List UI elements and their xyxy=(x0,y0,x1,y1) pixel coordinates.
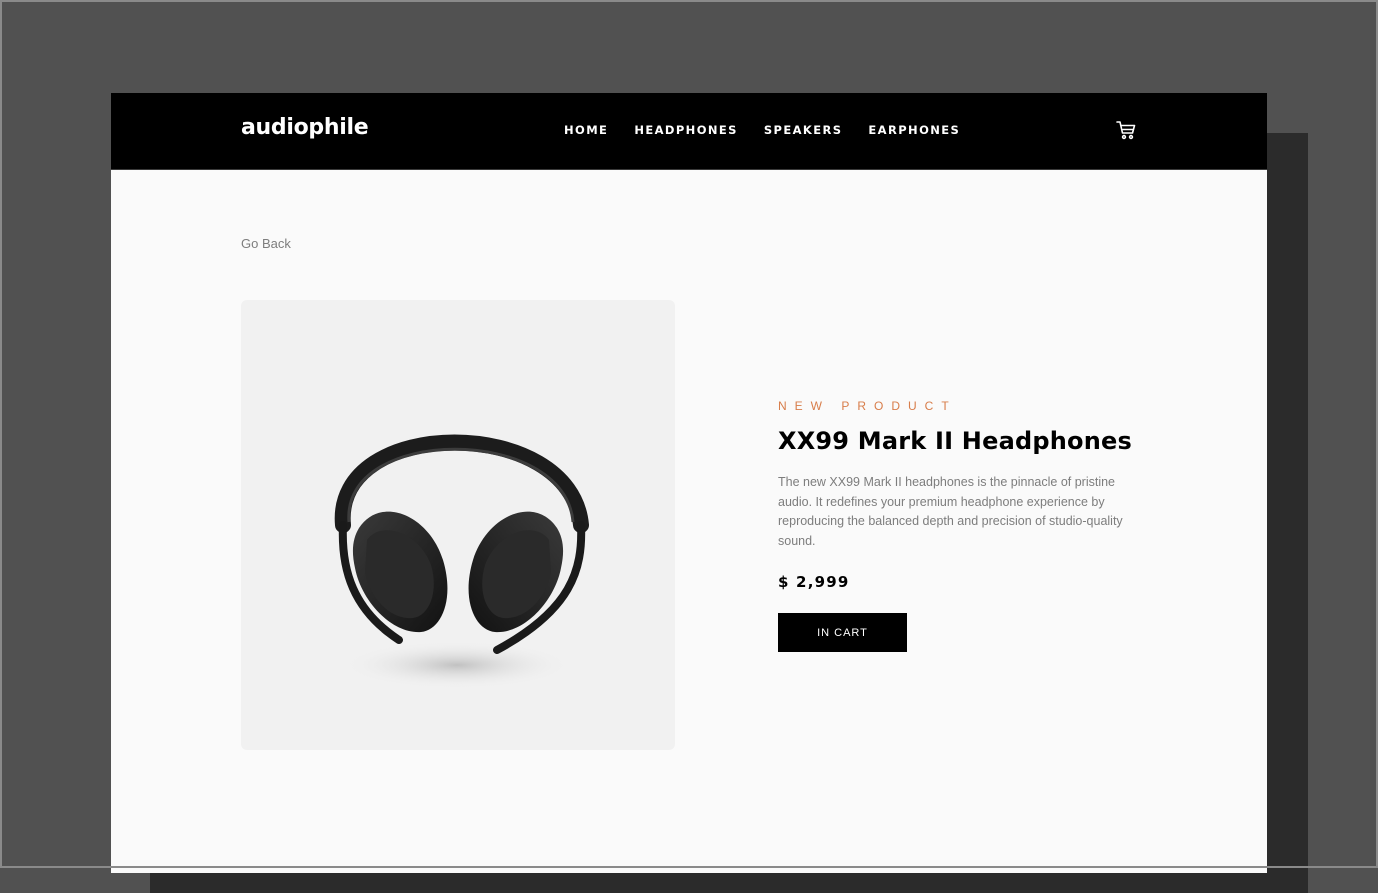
headphones-image xyxy=(334,434,589,689)
app-window: audiophile HOME HEADPHONES SPEAKERS EARP… xyxy=(111,93,1267,873)
go-back-link[interactable]: Go Back xyxy=(241,236,291,251)
in-cart-button[interactable]: IN CART xyxy=(778,613,907,652)
nav-speakers-link[interactable]: SPEAKERS xyxy=(764,123,843,137)
top-navigation-bar: audiophile HOME HEADPHONES SPEAKERS EARP… xyxy=(111,93,1267,170)
nav-headphones-link[interactable]: HEADPHONES xyxy=(634,123,738,137)
new-product-label: NEW PRODUCT xyxy=(778,399,957,413)
nav-earphones-link[interactable]: EARPHONES xyxy=(868,123,960,137)
product-title: XX99 Mark II Headphones xyxy=(778,427,1132,455)
product-price: $ 2,999 xyxy=(778,573,850,591)
nav-home-link[interactable]: HOME xyxy=(564,123,608,137)
product-details: NEW PRODUCT XX99 Mark II Headphones The … xyxy=(778,399,1148,652)
main-nav: HOME HEADPHONES SPEAKERS EARPHONES xyxy=(564,123,960,137)
brand-logo[interactable]: audiophile xyxy=(241,115,369,140)
product-image xyxy=(241,300,675,750)
cart-icon[interactable] xyxy=(1115,119,1137,141)
product-description: The new XX99 Mark II headphones is the p… xyxy=(778,475,1123,548)
